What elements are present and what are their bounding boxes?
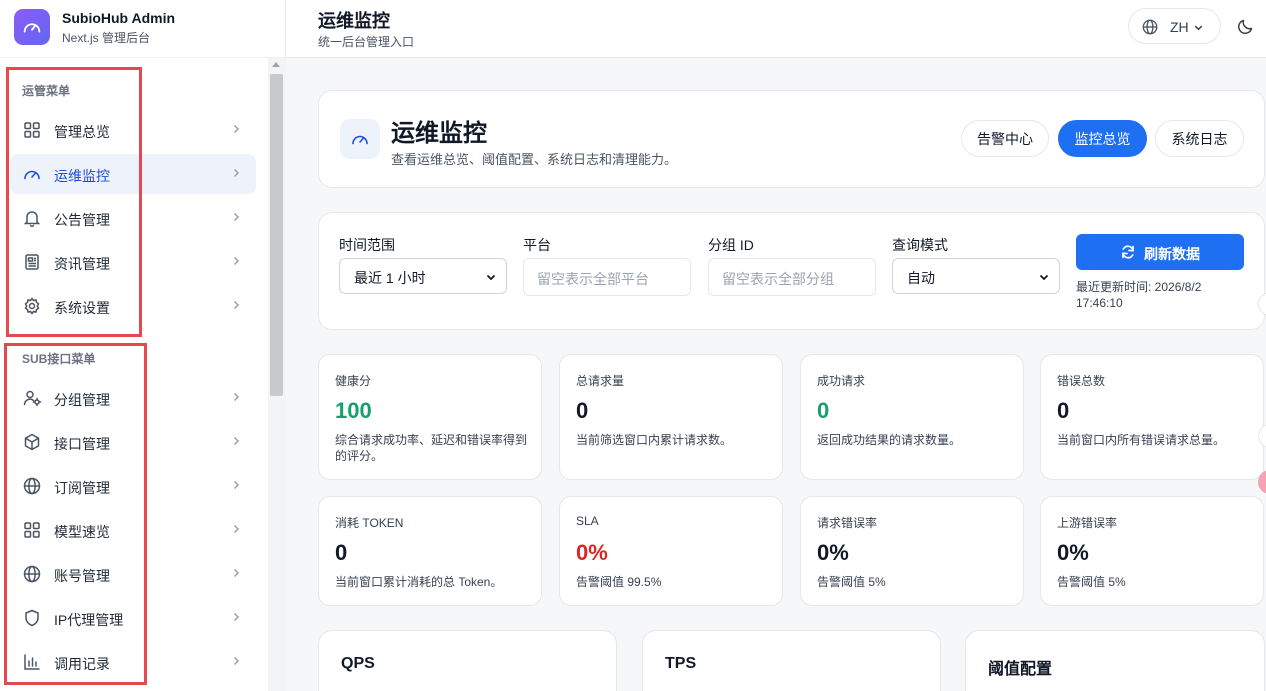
stat-desc: 当前筛选窗口内累计请求数。 xyxy=(576,433,733,447)
sidebar-scroll-thumb[interactable] xyxy=(270,74,283,396)
stat-value: 0% xyxy=(576,540,608,565)
stat-label: 错误总数 xyxy=(1057,374,1106,388)
chevron-right-icon xyxy=(233,524,240,534)
filter-card: 时间范围 最近 1 小时 平台 留空表示全部平台 分组 ID 留空表示全部分组 … xyxy=(318,212,1265,330)
stat-label: 消耗 TOKEN xyxy=(335,516,404,530)
brand-subtitle: Next.js 管理后台 xyxy=(62,31,151,45)
page-subtitle: 统一后台管理入口 xyxy=(318,35,415,49)
refresh-label: 刷新数据 xyxy=(1144,246,1200,262)
group-id-label: 分组 ID xyxy=(708,237,754,253)
language-label: ZH xyxy=(1170,19,1189,35)
stat-label: 健康分 xyxy=(335,374,372,388)
chevron-right-icon xyxy=(233,392,240,402)
stat-label: SLA xyxy=(576,514,599,528)
tps-card: TPS xyxy=(642,630,941,691)
stat-desc: 当前窗口内所有错误请求总量。 xyxy=(1057,433,1226,447)
stat-label: 上游错误率 xyxy=(1057,516,1118,530)
chevron-right-icon xyxy=(233,256,240,266)
stat-value: 100 xyxy=(335,398,372,423)
page-title: 运维监控 xyxy=(318,11,390,31)
hero-card: 运维监控 查看运维总览、阈值配置、系统日志和清理能力。 告警中心 监控总览 系统… xyxy=(318,90,1265,188)
gauge-logo-icon xyxy=(14,9,50,45)
chevron-right-icon xyxy=(233,568,240,578)
chevron-right-icon xyxy=(233,168,240,178)
time-range-value: 最近 1 小时 xyxy=(354,270,426,286)
stat-desc: 返回成功结果的请求数量。 xyxy=(817,433,962,447)
stat-card-success-requests: 成功请求 0 返回成功结果的请求数量。 xyxy=(800,354,1024,480)
platform-input[interactable]: 留空表示全部平台 xyxy=(523,258,691,296)
threshold-config-card: 阈值配置 xyxy=(965,630,1265,691)
hero-icon-box xyxy=(340,119,380,159)
chevron-down-icon xyxy=(1039,274,1049,281)
stat-value: 0 xyxy=(576,398,589,423)
brand[interactable]: SubioHub Admin Next.js 管理后台 xyxy=(0,0,286,58)
platform-label: 平台 xyxy=(523,237,551,253)
stat-card-sla: SLA 0% 告警阈值 99.5% xyxy=(559,496,783,606)
stat-label: 成功请求 xyxy=(817,374,866,388)
stat-desc: 告警阈值 99.5% xyxy=(576,575,662,589)
stat-desc: 当前窗口累计消耗的总 Token。 xyxy=(335,575,503,589)
stat-desc: 综合请求成功率、延迟和错误率得到的评分。 xyxy=(335,433,528,463)
stat-card-upstream-error-rate: 上游错误率 0% 告警阈值 5% xyxy=(1040,496,1264,606)
top-header: 运维监控 统一后台管理入口 ZH xyxy=(286,0,1266,58)
chevron-down-icon xyxy=(1194,25,1203,31)
scroll-up-arrow-icon[interactable] xyxy=(272,62,280,67)
last-updated-text: 最近更新时间: 2026/8/2 17:46:10 xyxy=(1076,280,1202,310)
query-mode-select[interactable]: 自动 xyxy=(892,258,1060,294)
chevron-right-icon xyxy=(233,436,240,446)
platform-placeholder: 留空表示全部平台 xyxy=(537,271,649,287)
chevron-right-icon xyxy=(233,124,240,134)
refresh-data-button[interactable]: 刷新数据 xyxy=(1076,234,1244,270)
query-mode-value: 自动 xyxy=(907,270,935,286)
group-id-placeholder: 留空表示全部分组 xyxy=(722,271,834,287)
tps-title: TPS xyxy=(665,655,697,672)
stat-value: 0% xyxy=(817,540,849,565)
stat-card-total-requests: 总请求量 0 当前筛选窗口内累计请求数。 xyxy=(559,354,783,480)
stat-card-request-error-rate: 请求错误率 0% 告警阈值 5% xyxy=(800,496,1024,606)
hero-title: 运维监控 xyxy=(391,120,487,147)
threshold-config-title: 阈值配置 xyxy=(988,661,1053,678)
refresh-icon xyxy=(1122,245,1134,259)
chevron-right-icon xyxy=(233,300,240,310)
stat-value: 0 xyxy=(1057,398,1070,423)
stat-card-errors: 错误总数 0 当前窗口内所有错误请求总量。 xyxy=(1040,354,1264,480)
hero-subtitle: 查看运维总览、阈值配置、系统日志和清理能力。 xyxy=(391,152,678,167)
tab-alert-center[interactable]: 告警中心 xyxy=(961,120,1049,157)
globe-icon xyxy=(1142,19,1158,35)
tab-system-logs[interactable]: 系统日志 xyxy=(1155,120,1244,157)
time-range-select[interactable]: 最近 1 小时 xyxy=(339,258,507,294)
brand-title: SubioHub Admin xyxy=(62,10,176,26)
highlight-box-ops-menu xyxy=(6,67,142,337)
time-range-label: 时间范围 xyxy=(339,237,395,253)
gauge-icon xyxy=(352,135,368,145)
moon-icon[interactable] xyxy=(1236,16,1256,36)
stat-value: 0 xyxy=(817,398,830,423)
chevron-right-icon xyxy=(233,212,240,222)
stat-value: 0% xyxy=(1057,540,1089,565)
stat-desc: 告警阈值 5% xyxy=(817,575,886,589)
language-switcher[interactable]: ZH xyxy=(1128,8,1221,44)
stat-desc: 告警阈值 5% xyxy=(1057,575,1126,589)
qps-card: QPS xyxy=(318,630,617,691)
stat-card-token: 消耗 TOKEN 0 当前窗口累计消耗的总 Token。 xyxy=(318,496,542,606)
stat-value: 0 xyxy=(335,540,348,565)
group-id-input[interactable]: 留空表示全部分组 xyxy=(708,258,876,296)
stat-label: 总请求量 xyxy=(576,374,625,388)
stat-card-health: 健康分 100 综合请求成功率、延迟和错误率得到的评分。 xyxy=(318,354,542,480)
qps-title: QPS xyxy=(341,655,375,672)
query-mode-label: 查询模式 xyxy=(892,237,948,253)
chevron-right-icon xyxy=(233,656,240,666)
chevron-down-icon xyxy=(486,274,496,281)
stat-label: 请求错误率 xyxy=(817,516,878,530)
chevron-right-icon xyxy=(233,480,240,490)
chevron-right-icon xyxy=(233,612,240,622)
tab-monitor-overview[interactable]: 监控总览 xyxy=(1058,120,1147,157)
highlight-box-sub-menu xyxy=(4,343,147,685)
